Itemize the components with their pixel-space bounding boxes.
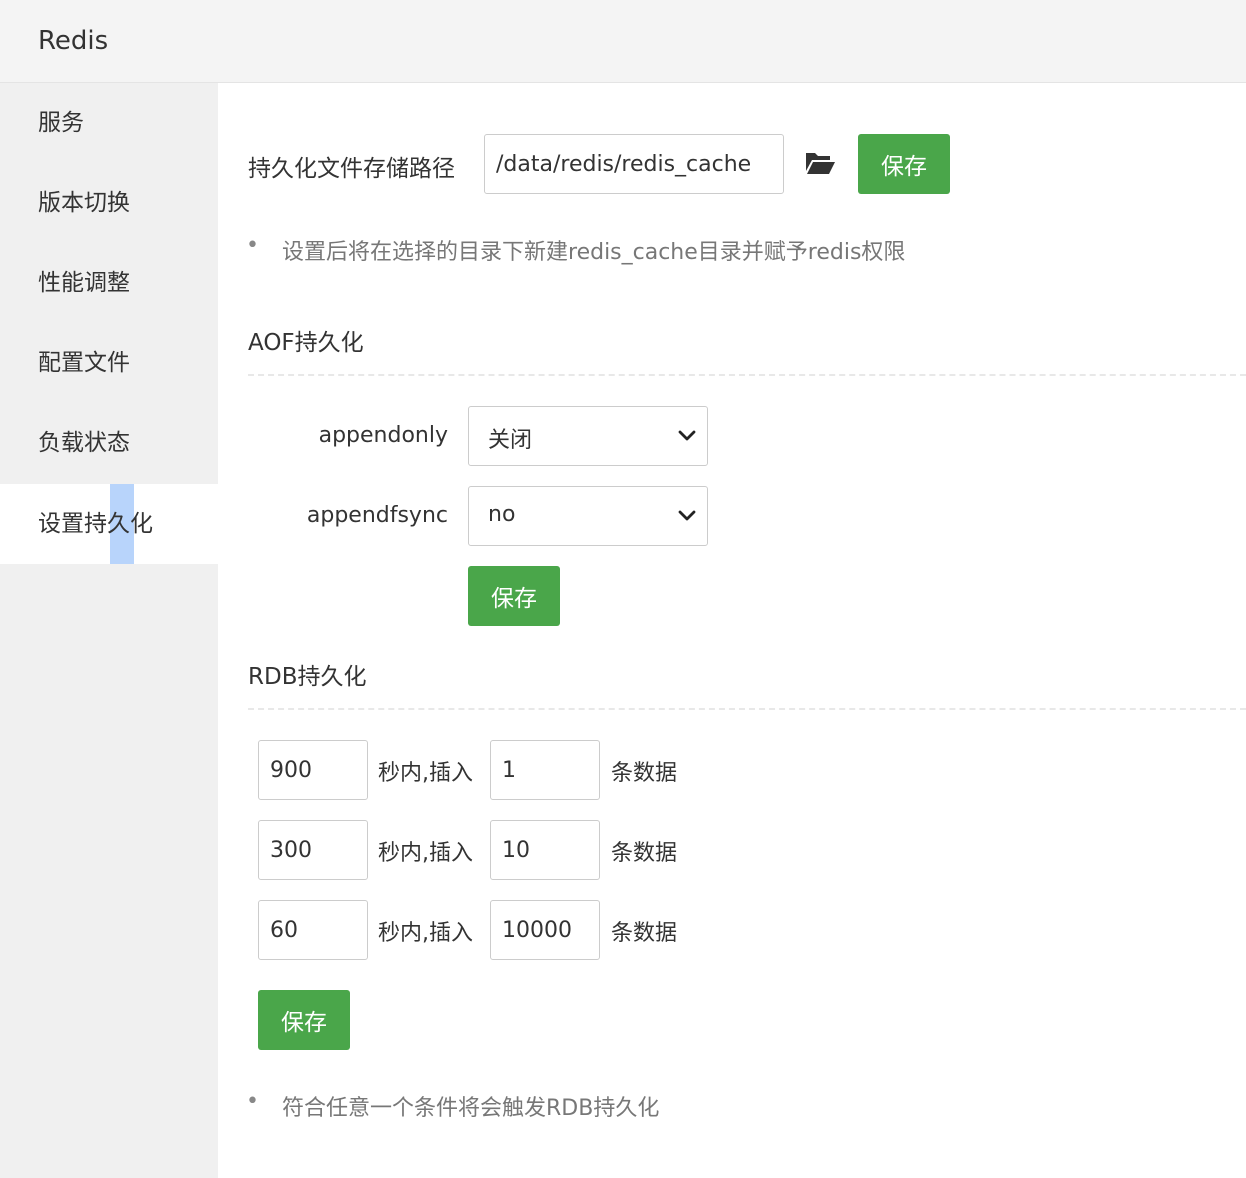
appendfsync-label: appendfsync	[306, 503, 448, 528]
rdb-within-label: 秒内,插入	[378, 921, 473, 946]
sidebar-item-load-status[interactable]: 负载状态	[0, 403, 218, 483]
rdb-records-label: 条数据	[611, 841, 678, 866]
bullet-icon: •	[246, 233, 259, 258]
rdb-rule-changes-input[interactable]	[490, 740, 600, 800]
rdb-save-button[interactable]: 保存	[258, 990, 350, 1050]
sidebar: 服务 版本切换 性能调整 配置文件 负载状态 设置持久化	[0, 83, 218, 1178]
storage-note: 设置后将在选择的目录下新建redis_cache目录并赋予redis权限	[282, 240, 906, 265]
sidebar-item-config-file[interactable]: 配置文件	[0, 323, 218, 403]
rdb-note: 符合任意一个条件将会触发RDB持久化	[282, 1096, 660, 1121]
rdb-within-label: 秒内,插入	[378, 841, 473, 866]
rdb-rule-seconds-input[interactable]	[258, 820, 368, 880]
sidebar-item-label: 版本切换	[38, 190, 130, 216]
main-panel: 持久化文件存储路径 保存 • 设置后将在选择的目录下新建redis_cache目…	[218, 83, 1246, 1178]
storage-path-label: 持久化文件存储路径	[248, 156, 455, 182]
rdb-records-label: 条数据	[611, 761, 678, 786]
appendonly-selected-value: 关闭	[488, 428, 533, 453]
rdb-within-label: 秒内,插入	[378, 761, 473, 786]
aof-save-button[interactable]: 保存	[468, 566, 560, 626]
appendonly-select[interactable]: 关闭	[468, 406, 708, 466]
sidebar-item-label: 性能调整	[38, 270, 130, 296]
rdb-records-label: 条数据	[611, 921, 678, 946]
rdb-section-title: RDB持久化	[248, 664, 367, 690]
rdb-divider	[248, 708, 1246, 710]
rdb-rule-changes-input[interactable]	[490, 900, 600, 960]
sidebar-item-label: 负载状态	[38, 430, 130, 456]
appendfsync-selected-value: no	[488, 502, 516, 527]
chevron-down-icon	[678, 510, 696, 521]
sidebar-item-label: 服务	[38, 110, 84, 136]
sidebar-item-service[interactable]: 服务	[0, 83, 218, 163]
sidebar-item-label: 配置文件	[38, 350, 130, 376]
appendfsync-select[interactable]: no	[468, 486, 708, 546]
storage-save-button[interactable]: 保存	[858, 134, 950, 194]
rdb-rule-seconds-input[interactable]	[258, 740, 368, 800]
folder-open-icon[interactable]	[804, 149, 836, 177]
title-bar: Redis	[0, 0, 1246, 83]
rdb-rule-changes-input[interactable]	[490, 820, 600, 880]
sidebar-item-performance[interactable]: 性能调整	[0, 243, 218, 323]
sidebar-item-version-switch[interactable]: 版本切换	[0, 163, 218, 243]
storage-path-input[interactable]	[484, 134, 784, 194]
sidebar-item-persistence[interactable]: 设置持久化	[0, 484, 218, 564]
aof-divider	[248, 374, 1246, 376]
bullet-icon: •	[246, 1089, 259, 1114]
appendonly-label: appendonly	[318, 423, 448, 448]
rdb-rule-seconds-input[interactable]	[258, 900, 368, 960]
app-title: Redis	[38, 26, 109, 56]
aof-section-title: AOF持久化	[248, 330, 364, 356]
chevron-down-icon	[678, 430, 696, 441]
sidebar-item-label: 设置持久化	[38, 511, 153, 537]
